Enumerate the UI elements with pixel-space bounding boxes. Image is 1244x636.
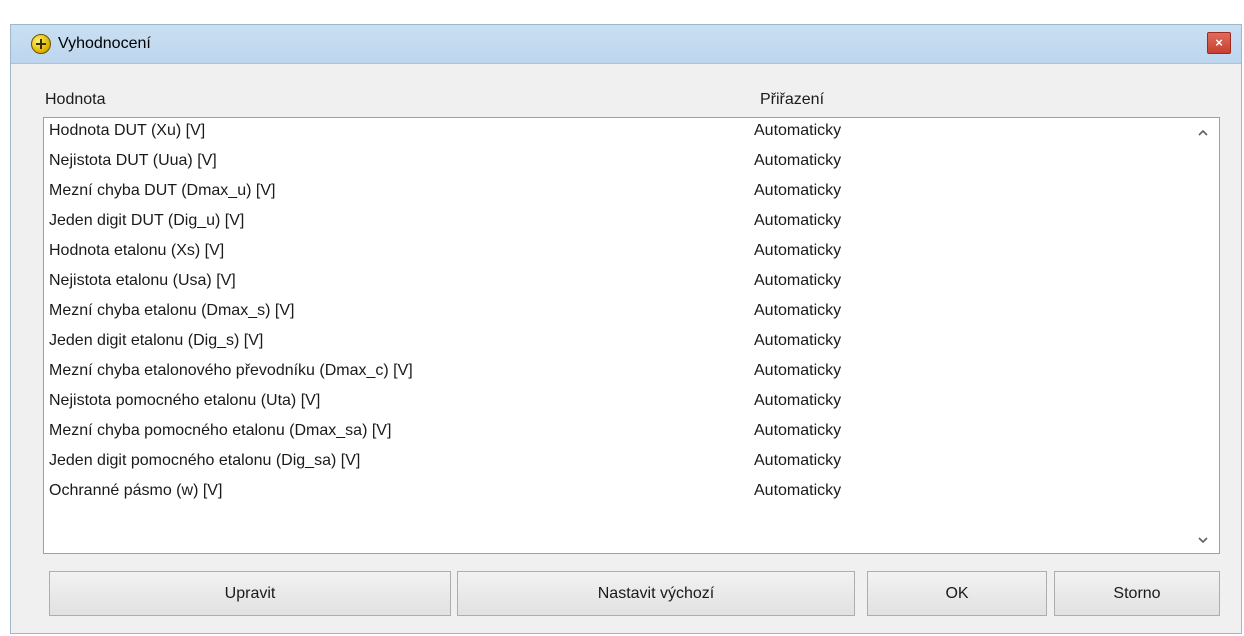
item-name: Nejistota DUT (Uua) [V] <box>49 152 217 169</box>
item-assignment: Automaticky <box>754 272 842 289</box>
edit-button[interactable]: Upravit <box>49 571 451 616</box>
list-item[interactable]: Mezní chyba DUT (Dmax_u) [V] Automaticky <box>44 178 1184 208</box>
chevron-down-icon[interactable] <box>1196 533 1210 547</box>
item-assignment: Automaticky <box>754 152 842 169</box>
list-item[interactable]: Nejistota DUT (Uua) [V] Automaticky <box>44 148 1184 178</box>
title-bar[interactable]: Vyhodnocení × <box>11 25 1241 64</box>
ok-button[interactable]: OK <box>867 571 1047 616</box>
item-name: Jeden digit pomocného etalonu (Dig_sa) [… <box>49 452 361 469</box>
item-assignment: Automaticky <box>754 362 842 379</box>
item-name: Mezní chyba etalonového převodníku (Dmax… <box>49 362 413 379</box>
item-assignment: Automaticky <box>754 182 842 199</box>
item-assignment: Automaticky <box>754 422 842 439</box>
list-item[interactable]: Jeden digit pomocného etalonu (Dig_sa) [… <box>44 448 1184 478</box>
plus-circle-icon <box>31 34 51 54</box>
list-item[interactable]: Hodnota DUT (Xu) [V] Automaticky <box>44 118 1184 148</box>
list-item[interactable]: Hodnota etalonu (Xs) [V] Automaticky <box>44 238 1184 268</box>
window-title: Vyhodnocení <box>58 35 151 52</box>
evaluation-dialog: Vyhodnocení × Hodnota Přiřazení Hodnota … <box>10 24 1242 634</box>
set-default-button[interactable]: Nastavit výchozí <box>457 571 855 616</box>
list-item[interactable]: Nejistota etalonu (Usa) [V] Automaticky <box>44 268 1184 298</box>
item-name: Ochranné pásmo (w) [V] <box>49 482 223 499</box>
vertical-scrollbar[interactable] <box>1191 118 1219 553</box>
list-item[interactable]: Nejistota pomocného etalonu (Uta) [V] Au… <box>44 388 1184 418</box>
item-name: Mezní chyba etalonu (Dmax_s) [V] <box>49 302 295 319</box>
item-name: Mezní chyba pomocného etalonu (Dmax_sa) … <box>49 422 392 439</box>
cancel-button[interactable]: Storno <box>1054 571 1220 616</box>
item-assignment: Automaticky <box>754 242 842 259</box>
item-name: Nejistota etalonu (Usa) [V] <box>49 272 236 289</box>
item-name: Hodnota etalonu (Xs) [V] <box>49 242 225 259</box>
item-assignment: Automaticky <box>754 482 842 499</box>
list-item[interactable]: Mezní chyba etalonu (Dmax_s) [V] Automat… <box>44 298 1184 328</box>
list-item[interactable]: Ochranné pásmo (w) [V] Automaticky <box>44 478 1184 508</box>
list-item[interactable]: Jeden digit etalonu (Dig_s) [V] Automati… <box>44 328 1184 358</box>
item-assignment: Automaticky <box>754 302 842 319</box>
item-name: Mezní chyba DUT (Dmax_u) [V] <box>49 182 276 199</box>
item-assignment: Automaticky <box>754 452 842 469</box>
item-assignment: Automaticky <box>754 332 842 349</box>
item-name: Nejistota pomocného etalonu (Uta) [V] <box>49 392 321 409</box>
column-header-hodnota[interactable]: Hodnota <box>45 91 106 109</box>
item-assignment: Automaticky <box>754 212 842 229</box>
item-assignment: Automaticky <box>754 122 842 139</box>
chevron-up-icon[interactable] <box>1196 126 1210 140</box>
item-name: Jeden digit etalonu (Dig_s) [V] <box>49 332 264 349</box>
item-assignment: Automaticky <box>754 392 842 409</box>
list-item[interactable]: Jeden digit DUT (Dig_u) [V] Automaticky <box>44 208 1184 238</box>
list-item[interactable]: Mezní chyba etalonového převodníku (Dmax… <box>44 358 1184 388</box>
close-button[interactable]: × <box>1207 32 1231 54</box>
screen: Vyhodnocení × Hodnota Přiřazení Hodnota … <box>0 0 1244 636</box>
item-name: Jeden digit DUT (Dig_u) [V] <box>49 212 245 229</box>
column-header-prirazeni[interactable]: Přiřazení <box>760 91 824 109</box>
values-list[interactable]: Hodnota DUT (Xu) [V] Automaticky Nejisto… <box>43 117 1220 554</box>
item-name: Hodnota DUT (Xu) [V] <box>49 122 206 139</box>
list-item[interactable]: Mezní chyba pomocného etalonu (Dmax_sa) … <box>44 418 1184 448</box>
